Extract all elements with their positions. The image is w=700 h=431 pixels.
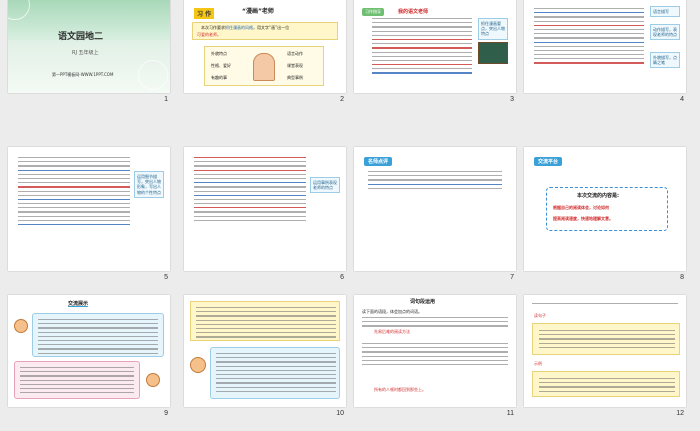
section-tag: 交流平台	[534, 157, 563, 166]
child-avatar-icon	[14, 319, 28, 333]
slide-4-canvas: 语言描写 动作描写，表现老师的特点 外貌描写，点睛之笔	[524, 0, 686, 93]
cover-title: 语文园地二	[58, 32, 104, 42]
mindmap-node: 性格、爱好	[211, 63, 231, 68]
body-text-lines	[368, 171, 502, 192]
slide-heading: “漫画”老师	[242, 8, 274, 15]
cover-footer: 第一PPT模板网-WWW.1PPT.COM	[52, 72, 114, 77]
slide-thumb-2[interactable]: 习 作 “漫画”老师 本次习作要求抓住漫画的风格，用文字“画”出一位 可爱的老师…	[184, 0, 346, 108]
section-tag: 习 作	[194, 8, 215, 19]
highlight-text: 所有的人顿时都回到那些上。	[374, 387, 426, 392]
mindmap-node: 课堂表现	[287, 63, 303, 68]
speech-bubble	[190, 301, 340, 341]
slide-thumb-4[interactable]: 语言描写 动作描写，表现老师的特点 外貌描写，点睛之笔 4	[524, 0, 686, 108]
slide-number: 8	[680, 274, 684, 281]
slide-number: 5	[164, 274, 168, 281]
child-avatar-icon	[146, 373, 160, 387]
slide-number: 2	[340, 96, 344, 103]
section-label: 示例	[534, 361, 542, 366]
slide-thumb-8[interactable]: 交流平台 本次交流的内容是: 根据自己的阅读体会，讨论如何 提高阅读速度，快速地…	[524, 147, 686, 281]
slide-thumb-5[interactable]: 运用细节描写，突出人物形象，写出人物的个性特点 5	[8, 147, 170, 281]
annotation-note: 运用事例表现老师的特点	[310, 177, 340, 194]
decor-circle	[138, 60, 168, 90]
speech-bubble	[32, 313, 164, 357]
slide-thumb-6[interactable]: 运用事例表现老师的特点 6	[184, 147, 346, 281]
slide-number: 11	[506, 410, 514, 417]
body-text-lines	[362, 343, 508, 368]
speech-bubble	[210, 347, 340, 399]
slide-6-canvas: 运用事例表现老师的特点	[184, 147, 346, 271]
slide-number: 7	[510, 274, 514, 281]
section-tag: 习作指导	[362, 8, 384, 16]
child-avatar-icon	[190, 357, 206, 373]
annotation-note: 抓住漫画要点，突出人物特点	[478, 18, 508, 40]
slide-thumb-11[interactable]: 词句段运用 读下面的语段，体会加点的词语。 先易后难的阅读方法 所有的人顿时都回…	[354, 295, 516, 417]
topic-box: 本次交流的内容是: 根据自己的阅读体会，讨论如何 提高阅读速度，快速地理解文意。	[546, 187, 668, 231]
slide-1-canvas: 语文园地二 RJ 五年级上 第一PPT模板网-WWW.1PPT.COM	[8, 0, 170, 93]
slide-title: 交流展示	[68, 301, 89, 307]
teacher-illustration-icon	[253, 53, 275, 81]
slide-number: 12	[676, 410, 684, 417]
example-box	[532, 323, 680, 355]
mindmap-node: 有趣的事	[211, 75, 227, 80]
annotation-note: 外貌描写，点睛之笔	[650, 52, 680, 69]
slide-thumb-9[interactable]: 交流展示 9	[8, 295, 170, 417]
slide-3-canvas: 习作指导 我的语文老师 抓住漫画要点，突出人物特点	[354, 0, 516, 93]
mindmap-node: 典型事例	[287, 75, 303, 80]
slide-7-canvas: 名师点评	[354, 147, 516, 271]
slide-thumb-12[interactable]: 读句子 示例 12	[524, 295, 686, 417]
cover-subtitle: RJ 五年级上	[72, 50, 99, 56]
mindmap-node: 语言动作	[287, 51, 303, 56]
slide-number: 6	[340, 274, 344, 281]
topic-box-title: 本次交流的内容是:	[577, 193, 620, 199]
slide-number: 10	[336, 410, 344, 417]
section-label: 读句子	[534, 313, 546, 318]
annotation-note: 运用细节描写，突出人物形象，写出人物的个性特点	[134, 171, 164, 198]
topic-box-line: 根据自己的阅读体会，讨论如何	[553, 205, 609, 210]
slide-11-canvas: 词句段运用 读下面的语段，体会加点的词语。 先易后难的阅读方法 所有的人顿时都回…	[354, 295, 516, 407]
body-text-lines	[532, 303, 678, 307]
mindmap-box: 外貌特点 性格、爱好 有趣的事 语言动作 课堂表现 典型事例	[204, 46, 324, 86]
slide-2-canvas: 习 作 “漫画”老师 本次习作要求抓住漫画的风格，用文字“画”出一位 可爱的老师…	[184, 0, 346, 93]
slide-9-canvas: 交流展示	[8, 295, 170, 407]
body-text-lines	[362, 317, 508, 330]
annotation-note: 语言描写	[650, 6, 680, 18]
slide-sorter-grid: 语文园地二 RJ 五年级上 第一PPT模板网-WWW.1PPT.COM 1 习 …	[8, 0, 694, 431]
slide-thumb-7[interactable]: 名师点评 7	[354, 147, 516, 281]
slide-number: 9	[164, 410, 168, 417]
body-text-lines	[18, 157, 130, 228]
slide-thumb-1[interactable]: 语文园地二 RJ 五年级上 第一PPT模板网-WWW.1PPT.COM 1	[8, 0, 170, 108]
slide-thumb-10[interactable]: 10	[184, 295, 346, 417]
slide-number: 3	[510, 96, 514, 103]
example-box	[532, 371, 680, 397]
slide-10-canvas	[184, 295, 346, 407]
slide-number: 4	[680, 96, 684, 103]
slide-12-canvas: 读句子 示例	[524, 295, 686, 407]
slide-number: 1	[164, 96, 168, 103]
slide-thumb-3[interactable]: 习作指导 我的语文老师 抓住漫画要点，突出人物特点 3	[354, 0, 516, 108]
highlight-text: 先易后难的阅读方法	[374, 329, 410, 334]
speech-bubble	[14, 361, 140, 399]
instruction-text: 读下面的语段，体会加点的词语。	[362, 309, 422, 314]
mindmap-node: 外貌特点	[211, 51, 227, 56]
annotation-note: 动作描写，表现老师的特点	[650, 24, 680, 41]
slide-title: 词句段运用	[410, 299, 436, 305]
slide-heading: 我的语文老师	[398, 9, 429, 15]
intro-box: 本次习作要求抓住漫画的风格，用文字“画”出一位 可爱的老师。	[192, 22, 338, 40]
topic-box-line: 提高阅读速度，快速地理解文意。	[553, 216, 613, 221]
body-text-lines	[372, 18, 472, 77]
section-tag: 名师点评	[364, 157, 393, 166]
blackboard-icon	[478, 42, 508, 64]
slide-8-canvas: 交流平台 本次交流的内容是: 根据自己的阅读体会，讨论如何 提高阅读速度，快速地…	[524, 147, 686, 271]
slide-5-canvas: 运用细节描写，突出人物形象，写出人物的个性特点	[8, 147, 170, 271]
body-text-lines	[194, 157, 306, 224]
body-text-lines	[534, 8, 644, 67]
